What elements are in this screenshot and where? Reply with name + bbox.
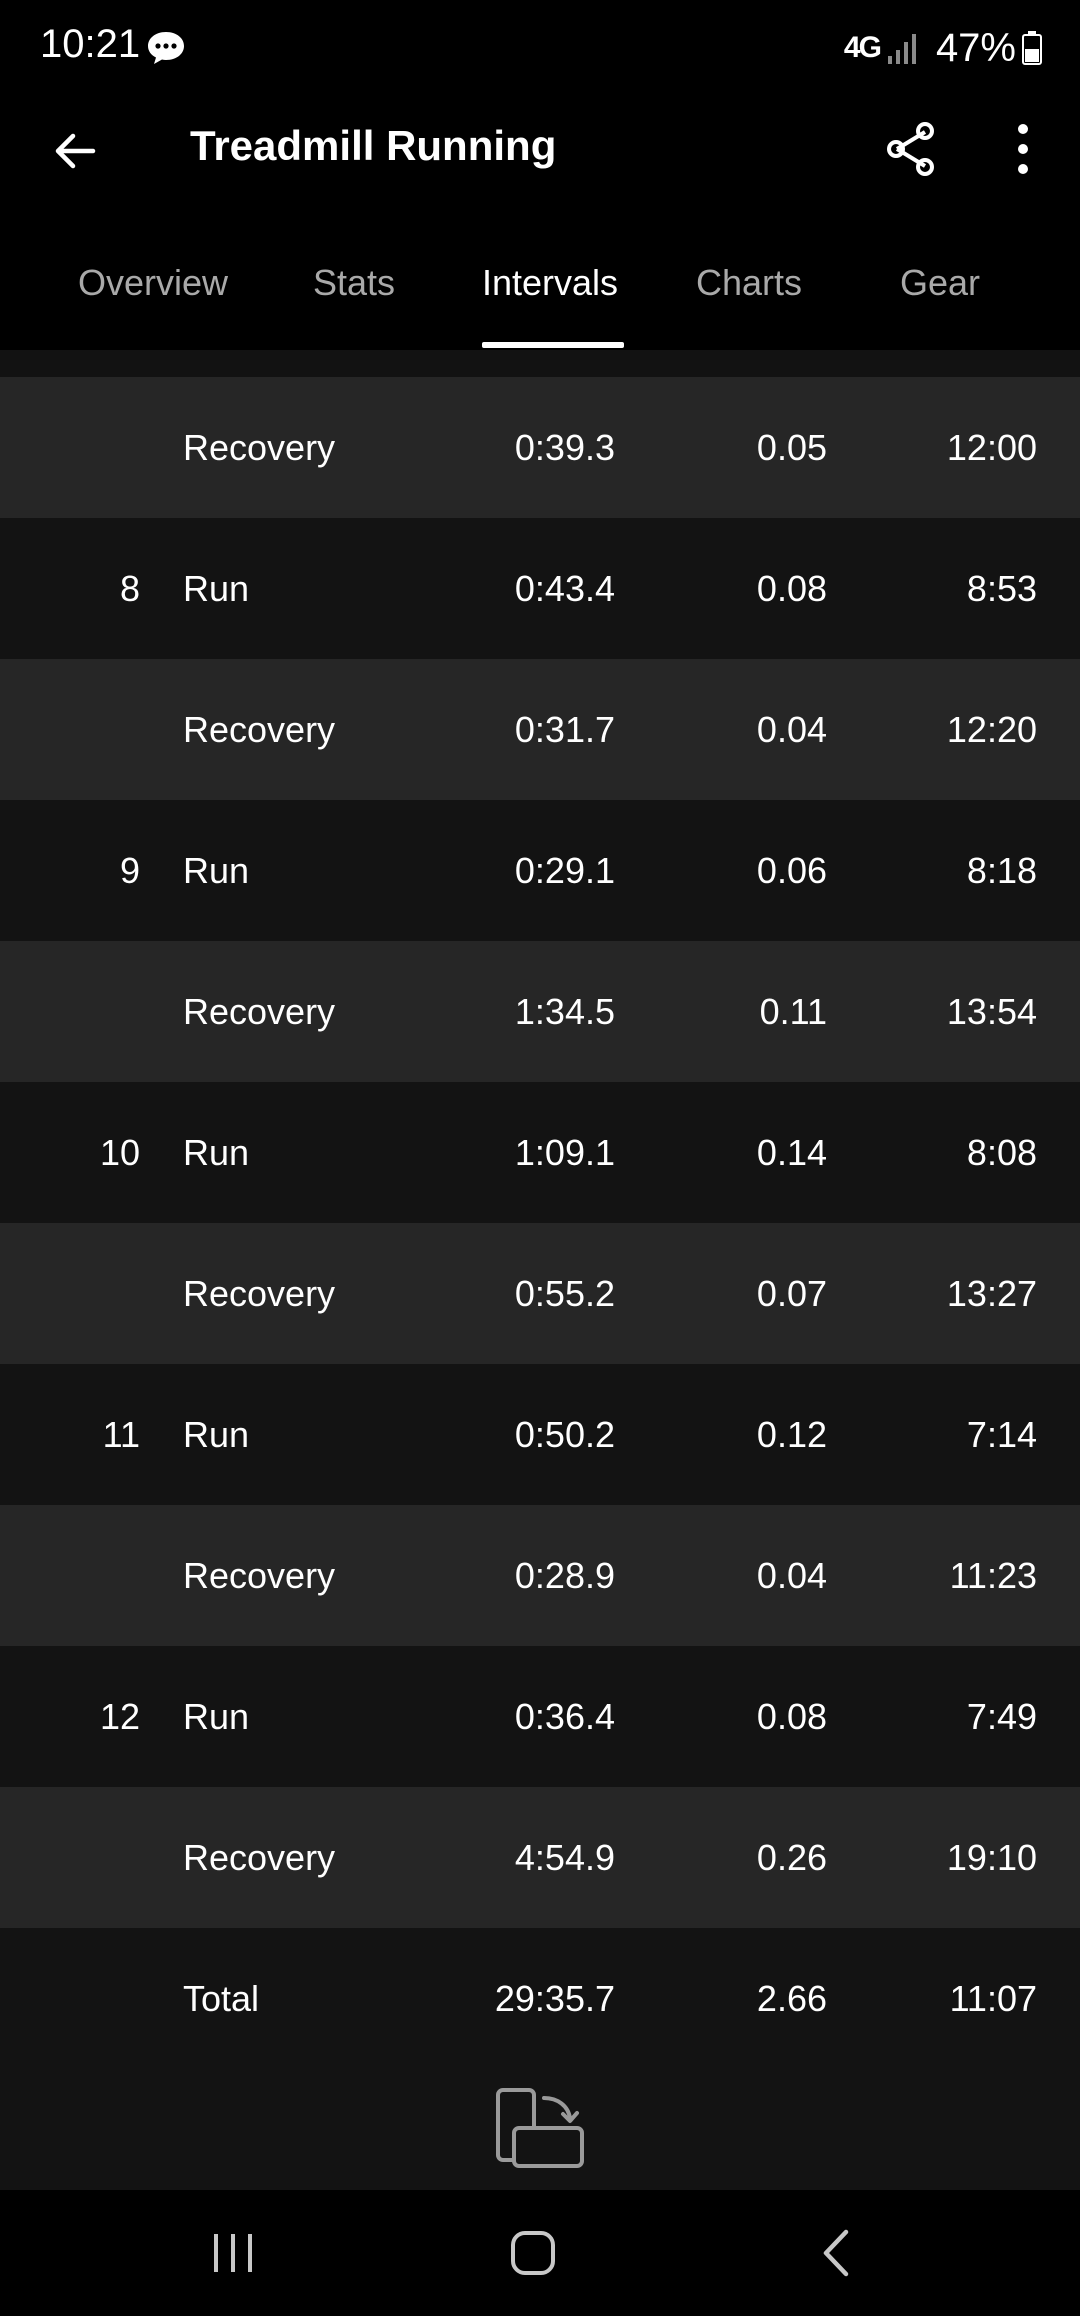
tab-intervals[interactable]: Intervals: [482, 262, 618, 304]
system-nav-bar: [0, 2190, 1080, 2316]
table-row[interactable]: Recovery 0:28.9 0.04 11:23: [0, 1505, 1080, 1646]
table-row[interactable]: 11 Run 0:50.2 0.12 7:14: [0, 1364, 1080, 1505]
tab-charts[interactable]: Charts: [696, 262, 802, 304]
interval-distance: 0.07: [756, 1272, 827, 1314]
interval-pace: 12:00: [946, 426, 1037, 468]
interval-number: 12: [99, 1695, 140, 1737]
table-row[interactable]: 8 Run 0:43.4 0.08 8:53: [0, 518, 1080, 659]
interval-distance: 0.11: [759, 990, 827, 1032]
interval-time: 0:55.2: [514, 1272, 615, 1314]
home-button[interactable]: [500, 2220, 566, 2286]
recent-apps-button[interactable]: [200, 2220, 266, 2286]
interval-pace: 8:53: [966, 567, 1037, 609]
share-button[interactable]: [876, 114, 946, 184]
interval-pace: 13:54: [946, 990, 1037, 1032]
screen: 10:21 4G 47% Treadmill Running Overview …: [0, 0, 1080, 2316]
tab-stats[interactable]: Stats: [313, 262, 395, 304]
interval-time: 1:34.5: [514, 990, 615, 1032]
more-vertical-icon: [1018, 124, 1028, 174]
total-label: Total: [183, 1977, 260, 2019]
total-time: 29:35.7: [494, 1977, 615, 2019]
interval-number: 11: [102, 1413, 140, 1455]
battery-percentage: 47%: [935, 25, 1016, 70]
table-row[interactable]: 10 Run 1:09.1 0.14 8:08: [0, 1082, 1080, 1223]
app-bar: Treadmill Running: [0, 96, 1080, 206]
interval-distance: 0.06: [756, 849, 827, 891]
interval-distance: 0.08: [756, 567, 827, 609]
interval-pace: 7:49: [966, 1695, 1037, 1737]
interval-time: 0:50.2: [514, 1413, 615, 1455]
interval-time: 0:43.4: [514, 567, 615, 609]
interval-distance: 0.04: [756, 1554, 827, 1596]
interval-time: 0:28.9: [514, 1554, 615, 1596]
total-pace: 11:07: [949, 1977, 1037, 2019]
table-row[interactable]: 9 Run 0:29.1 0.06 8:18: [0, 800, 1080, 941]
interval-type: Recovery: [183, 1554, 336, 1596]
interval-pace: 12:20: [946, 708, 1037, 750]
interval-type: Run: [183, 849, 250, 891]
table-row[interactable]: Recovery 1:34.5 0.11 13:54: [0, 941, 1080, 1082]
more-options-button[interactable]: [988, 114, 1058, 184]
interval-type: Recovery: [183, 1836, 336, 1878]
interval-number: 10: [99, 1131, 140, 1173]
interval-pace: 19:10: [946, 1836, 1037, 1878]
network-type: 4G: [843, 31, 882, 64]
interval-distance: 0.14: [756, 1131, 827, 1173]
intervals-table[interactable]: Recovery 0:39.3 0.05 12:00 8 Run 0:43.4 …: [0, 350, 1080, 2069]
tab-overview[interactable]: Overview: [78, 262, 228, 304]
total-distance: 2.66: [756, 1977, 827, 2019]
interval-time: 0:36.4: [514, 1695, 615, 1737]
interval-pace: 8:08: [966, 1131, 1037, 1173]
battery-icon: [1022, 31, 1042, 65]
interval-type: Run: [183, 1413, 250, 1455]
share-icon: [887, 122, 934, 176]
page-title: Treadmill Running: [190, 122, 557, 169]
interval-pace: 8:18: [966, 849, 1037, 891]
status-indicators: 4G 47%: [844, 22, 1042, 74]
screen-rotate-icon[interactable]: [492, 2086, 588, 2174]
back-button[interactable]: [40, 116, 110, 186]
chat-notification-icon: [148, 32, 184, 64]
interval-number: 9: [119, 849, 140, 891]
arrow-left-icon: [55, 133, 96, 169]
interval-distance: 0.08: [756, 1695, 827, 1737]
interval-time: 1:09.1: [514, 1131, 615, 1173]
table-row[interactable]: Recovery 4:54.9 0.26 19:10: [0, 1787, 1080, 1928]
interval-time: 4:54.9: [514, 1836, 615, 1878]
interval-type: Run: [183, 1131, 250, 1173]
total-row: Total 29:35.7 2.66 11:07: [0, 1928, 1080, 2069]
interval-time: 0:31.7: [514, 708, 615, 750]
status-time: 10:21: [40, 22, 141, 66]
interval-distance: 0.05: [756, 426, 827, 468]
signal-icon: [887, 34, 916, 64]
table-top-edge: [0, 350, 1080, 377]
interval-type: Run: [183, 1695, 250, 1737]
interval-pace: 11:23: [949, 1554, 1037, 1596]
interval-number: 8: [119, 567, 140, 609]
interval-time: 0:39.3: [514, 426, 615, 468]
tab-gear[interactable]: Gear: [900, 262, 980, 304]
table-row[interactable]: 12 Run 0:36.4 0.08 7:49: [0, 1646, 1080, 1787]
table-row[interactable]: Recovery 0:31.7 0.04 12:20: [0, 659, 1080, 800]
active-tab-indicator: [482, 342, 624, 348]
status-bar: 10:21 4G 47%: [0, 0, 1080, 96]
interval-type: Run: [183, 567, 250, 609]
tab-bar: Overview Stats Intervals Charts Gear: [0, 240, 1080, 350]
system-back-button[interactable]: [804, 2220, 870, 2286]
table-row[interactable]: Recovery 0:55.2 0.07 13:27: [0, 1223, 1080, 1364]
interval-pace: 13:27: [946, 1272, 1037, 1314]
interval-distance: 0.26: [756, 1836, 827, 1878]
interval-type: Recovery: [183, 708, 336, 750]
interval-pace: 7:14: [966, 1413, 1037, 1455]
table-row[interactable]: Recovery 0:39.3 0.05 12:00: [0, 377, 1080, 518]
interval-type: Recovery: [183, 426, 336, 468]
interval-distance: 0.04: [756, 708, 827, 750]
interval-distance: 0.12: [756, 1413, 827, 1455]
interval-type: Recovery: [183, 990, 336, 1032]
rotate-area: [0, 2066, 1080, 2190]
interval-type: Recovery: [183, 1272, 336, 1314]
interval-time: 0:29.1: [514, 849, 615, 891]
